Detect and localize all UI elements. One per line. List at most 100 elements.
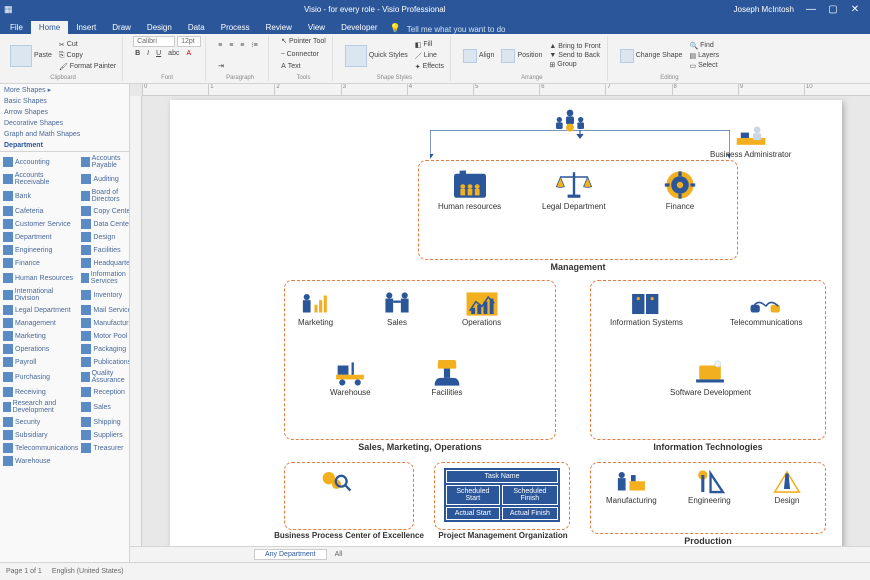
tab-home[interactable]: Home [31, 21, 68, 34]
design-icon[interactable]: Design [770, 468, 804, 505]
shape-warehouse[interactable]: Warehouse [2, 455, 79, 467]
bpce-icon[interactable] [318, 468, 352, 496]
shape-inventory[interactable]: Inventory [80, 287, 130, 303]
shape-finance[interactable]: Finance [2, 257, 79, 269]
maximize-button[interactable]: ▢ [822, 4, 844, 15]
find-button[interactable]: 🔍 Find [687, 41, 721, 51]
font-color-button[interactable]: A [184, 49, 193, 58]
manufacturing-icon[interactable]: Manufacturing [606, 468, 657, 505]
shape-engineering[interactable]: Engineering [2, 244, 79, 256]
shape-accounts-receivable[interactable]: Accounts Receivable [2, 171, 79, 187]
close-button[interactable]: ✕ [844, 4, 866, 15]
shape-international-division[interactable]: International Division [2, 287, 79, 303]
tab-view[interactable]: View [300, 21, 333, 34]
align-button[interactable]: Align [461, 48, 497, 64]
shape-reception[interactable]: Reception [80, 386, 130, 398]
shape-treasurer[interactable]: Treasurer [80, 442, 130, 454]
shape-headquarters[interactable]: Headquarters [80, 257, 130, 269]
user-name[interactable]: Joseph McIntosh [734, 5, 794, 14]
connector-tool-button[interactable]: ⎯ Connector [279, 49, 321, 59]
shape-quality-assurance[interactable]: Quality Assurance [80, 369, 130, 385]
shape-manufacturing[interactable]: Manufacturing [80, 317, 130, 329]
shape-sales[interactable]: Sales [80, 399, 130, 415]
shape-legal-department[interactable]: Legal Department [2, 304, 79, 316]
shape-auditing[interactable]: Auditing [80, 171, 130, 187]
all-pages-button[interactable]: All [335, 551, 343, 558]
shape-marketing[interactable]: Marketing [2, 330, 79, 342]
shape-facilities[interactable]: Facilities [80, 244, 130, 256]
align-left-button[interactable]: ≡ [216, 41, 224, 50]
shape-board-of-directors[interactable]: Board of Directors [80, 188, 130, 204]
category-arrow-shapes[interactable]: Arrow Shapes [0, 107, 129, 118]
shape-mail-service[interactable]: Mail Service [80, 304, 130, 316]
shape-design[interactable]: Design [80, 231, 130, 243]
shape-human-resources[interactable]: Human Resources [2, 270, 79, 286]
align-right-button[interactable]: ≡ [238, 41, 246, 50]
hr-icon[interactable]: Human resources [438, 168, 501, 211]
bring-front-button[interactable]: ▲ Bring to Front [547, 42, 602, 51]
paste-button[interactable]: Paste [8, 44, 54, 68]
warehouse-icon[interactable]: Warehouse [330, 360, 371, 397]
shape-payroll[interactable]: Payroll [2, 356, 79, 368]
line-button[interactable]: ／ Line [413, 50, 446, 62]
business-administrator-icon[interactable]: Business Administrator [710, 122, 791, 159]
shape-management[interactable]: Management [2, 317, 79, 329]
marketing-icon[interactable]: Marketing [298, 290, 333, 327]
facilities-icon[interactable]: Facilities [430, 360, 464, 397]
text-tool-button[interactable]: A Text [279, 62, 303, 71]
send-back-button[interactable]: ▼ Send to Back [547, 51, 602, 60]
fill-button[interactable]: ◧ Fill [413, 40, 446, 50]
font-name-select[interactable]: Calibri [133, 36, 175, 47]
position-button[interactable]: Position [499, 48, 544, 64]
cut-button[interactable]: ✂ Cut [57, 40, 118, 50]
strike-button[interactable]: abc [166, 49, 181, 58]
operations-icon[interactable]: Operations [462, 290, 501, 327]
tell-me-input[interactable]: Tell me what you want to do [407, 25, 506, 34]
category-department[interactable]: Department [0, 140, 129, 152]
align-center-button[interactable]: ≡ [227, 41, 235, 50]
bullets-button[interactable]: ⁝≡ [249, 40, 259, 50]
select-button[interactable]: ▭ Select [687, 61, 721, 71]
shape-customer-service[interactable]: Customer Service [2, 218, 79, 230]
shape-research-and-development[interactable]: Research and Development [2, 399, 79, 415]
category-graph-and-math-shapes[interactable]: Graph and Math Shapes [0, 129, 129, 140]
change-shape-button[interactable]: Change Shape [618, 48, 685, 64]
shape-purchasing[interactable]: Purchasing [2, 369, 79, 385]
shape-bank[interactable]: Bank [2, 188, 79, 204]
finance-icon[interactable]: Finance [660, 168, 700, 211]
shape-telecommunications[interactable]: Telecommunications [2, 442, 79, 454]
shape-cafeteria[interactable]: Cafeteria [2, 205, 79, 217]
shape-accounting[interactable]: Accounting [2, 154, 79, 170]
shape-accounts-payable[interactable]: Accounts Payable [80, 154, 130, 170]
shape-subsidiary[interactable]: Subsidiary [2, 429, 79, 441]
tab-draw[interactable]: Draw [104, 21, 139, 34]
shape-shipping[interactable]: Shipping [80, 416, 130, 428]
shape-department[interactable]: Department [2, 231, 79, 243]
category-more-shapes[interactable]: More Shapes ▸ [0, 84, 129, 96]
tab-insert[interactable]: Insert [68, 21, 104, 34]
tab-design[interactable]: Design [139, 21, 180, 34]
shape-suppliers[interactable]: Suppliers [80, 429, 130, 441]
engineering-icon[interactable]: Engineering [688, 468, 731, 505]
shape-publications[interactable]: Publications [80, 356, 130, 368]
sales-icon[interactable]: Sales [380, 290, 414, 327]
effects-button[interactable]: ✦ Effects [413, 62, 446, 72]
indent-button[interactable]: ⇥ [216, 61, 226, 71]
shape-information-services[interactable]: Information Services [80, 270, 130, 286]
shape-copy-center[interactable]: Copy Center [80, 205, 130, 217]
shape-data-center[interactable]: Data Center [80, 218, 130, 230]
bold-button[interactable]: B [133, 49, 142, 58]
italic-button[interactable]: I [145, 49, 151, 58]
format-painter-button[interactable]: 🖌 Format Painter [57, 62, 118, 72]
page-tab[interactable]: Any Department [254, 549, 327, 560]
pointer-tool-button[interactable]: ↖ Pointer Tool [279, 36, 328, 46]
copy-button[interactable]: ⎘ Copy [57, 51, 118, 61]
minimize-button[interactable]: — [800, 4, 822, 15]
tab-file[interactable]: File [2, 21, 31, 34]
tab-data[interactable]: Data [180, 21, 213, 34]
layers-button[interactable]: ▤ Layers [687, 51, 721, 61]
legal-icon[interactable]: Legal Department [542, 168, 606, 211]
shape-motor-pool[interactable]: Motor Pool [80, 330, 130, 342]
drawing-page[interactable]: Business Administrator Human resources L… [170, 100, 842, 556]
tab-review[interactable]: Review [258, 21, 300, 34]
